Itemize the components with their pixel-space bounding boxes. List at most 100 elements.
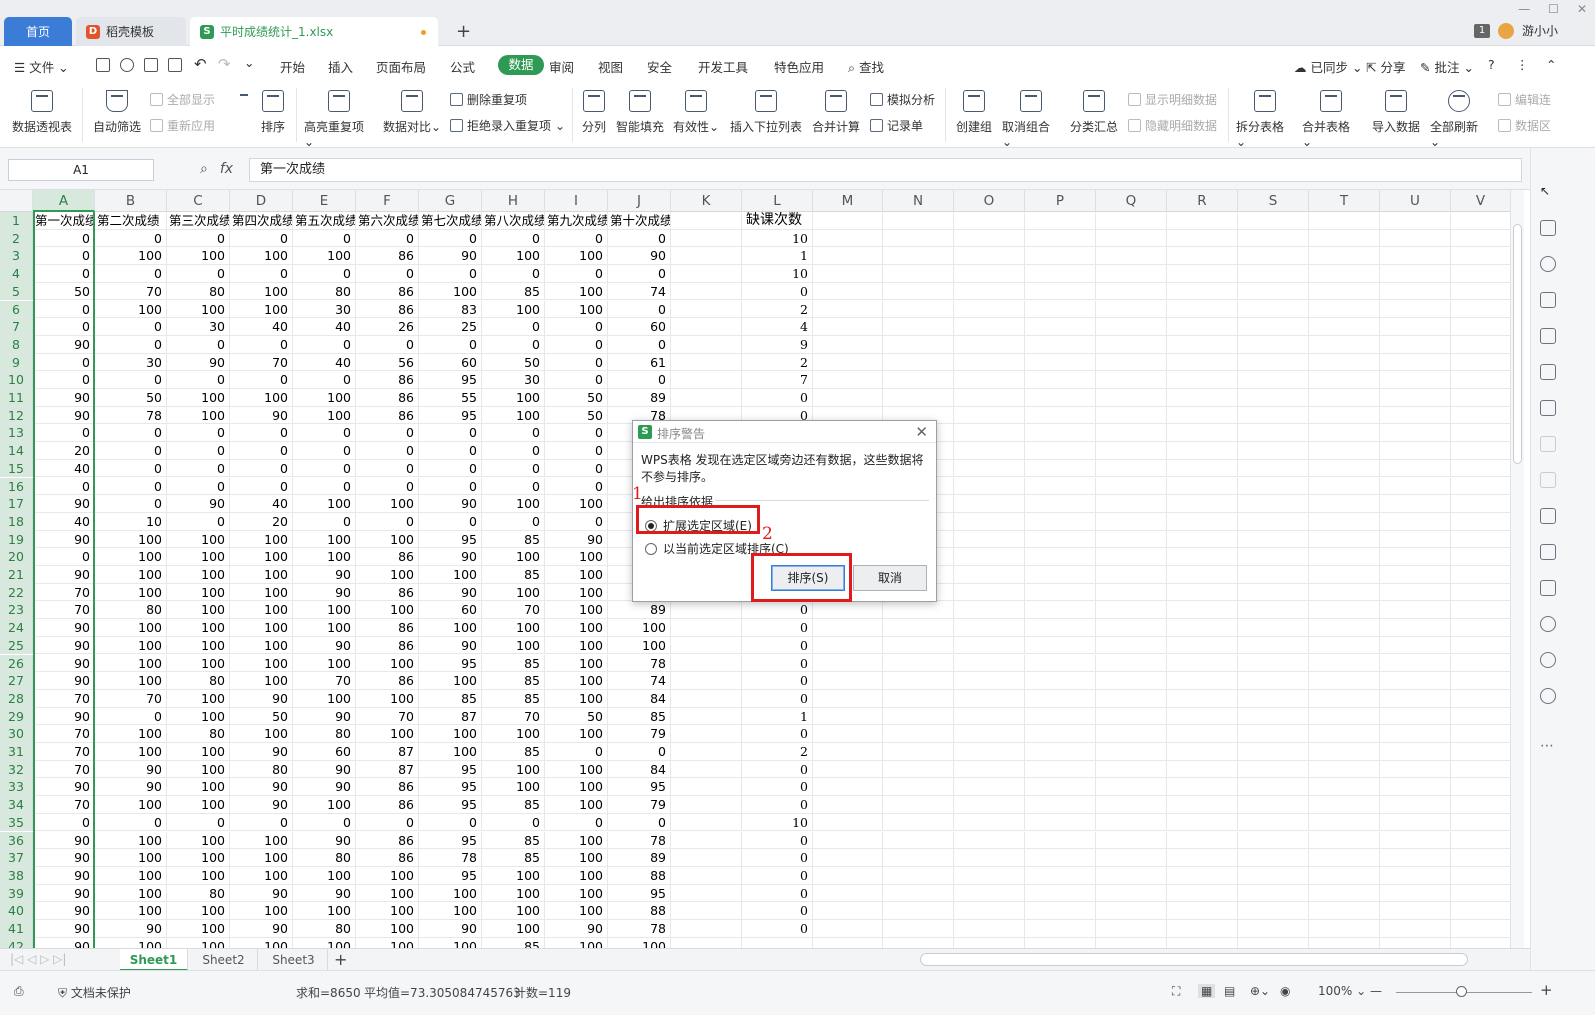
cell-S40[interactable] xyxy=(1238,902,1309,920)
cell-L38[interactable]: 0 xyxy=(742,866,813,885)
cell-F32[interactable]: 87 xyxy=(356,760,419,779)
cell-R20[interactable] xyxy=(1167,548,1238,566)
cell-Q11[interactable] xyxy=(1096,389,1167,407)
cell-C24[interactable]: 100 xyxy=(167,619,230,637)
cell-T17[interactable] xyxy=(1309,495,1380,513)
cell-E16[interactable]: 0 xyxy=(293,477,356,496)
cell-G20[interactable]: 90 xyxy=(419,548,482,566)
cell-R18[interactable] xyxy=(1167,512,1238,531)
cell-S25[interactable] xyxy=(1238,636,1309,655)
cell-U30[interactable] xyxy=(1380,725,1451,743)
cell-T8[interactable] xyxy=(1309,335,1380,354)
cell-M32[interactable] xyxy=(813,760,883,779)
cell-J8[interactable]: 0 xyxy=(608,335,671,354)
cell-U18[interactable] xyxy=(1380,512,1451,531)
cell-P2[interactable] xyxy=(1025,229,1096,248)
cell-D40[interactable]: 100 xyxy=(230,902,293,920)
cell-S6[interactable] xyxy=(1238,300,1309,319)
cell-S15[interactable] xyxy=(1238,459,1309,478)
cell-U15[interactable] xyxy=(1380,459,1451,478)
cell-C25[interactable]: 100 xyxy=(167,636,230,655)
cell-B11[interactable]: 50 xyxy=(95,389,167,407)
cell-M37[interactable] xyxy=(813,849,883,867)
cell-E34[interactable]: 100 xyxy=(293,796,356,814)
cell-J1[interactable]: 第十次成绩 xyxy=(608,212,671,230)
create-group-button[interactable]: 创建组 xyxy=(952,82,996,135)
column-header-O[interactable]: O xyxy=(954,190,1025,212)
cell-A35[interactable]: 0 xyxy=(33,813,95,832)
cell-F13[interactable]: 0 xyxy=(356,424,419,443)
cell-H37[interactable]: 85 xyxy=(482,849,545,867)
cell-E12[interactable]: 100 xyxy=(293,406,356,425)
cell-N42[interactable] xyxy=(883,937,954,948)
cell-R13[interactable] xyxy=(1167,424,1238,443)
cell-F16[interactable]: 0 xyxy=(356,477,419,496)
cell-S7[interactable] xyxy=(1238,318,1309,336)
cell-C26[interactable]: 100 xyxy=(167,654,230,673)
cell-I34[interactable]: 100 xyxy=(545,796,608,814)
cell-G42[interactable]: 100 xyxy=(419,937,482,948)
cell-U21[interactable] xyxy=(1380,566,1451,584)
cell-G13[interactable]: 0 xyxy=(419,424,482,443)
tab-template[interactable]: D 稻壳模板 xyxy=(76,17,186,46)
cell-G24[interactable]: 100 xyxy=(419,619,482,637)
print-icon[interactable] xyxy=(144,58,158,72)
cell-T21[interactable] xyxy=(1309,566,1380,584)
share-out-icon[interactable] xyxy=(1540,544,1556,560)
cell-K25[interactable] xyxy=(671,636,742,655)
cell-U36[interactable] xyxy=(1380,831,1451,850)
cell-F11[interactable]: 86 xyxy=(356,389,419,407)
cell-V7[interactable] xyxy=(1451,318,1510,336)
cell-U28[interactable] xyxy=(1380,689,1451,708)
cell-M40[interactable] xyxy=(813,902,883,920)
cell-V30[interactable] xyxy=(1451,725,1510,743)
cell-B16[interactable]: 0 xyxy=(95,477,167,496)
cell-T5[interactable] xyxy=(1309,282,1380,301)
cell-G28[interactable]: 85 xyxy=(419,689,482,708)
row-header-29[interactable]: 29 xyxy=(0,707,33,726)
cell-L25[interactable]: 0 xyxy=(742,636,813,655)
cell-D17[interactable]: 40 xyxy=(230,495,293,513)
cell-H42[interactable]: 85 xyxy=(482,937,545,948)
cell-U5[interactable] xyxy=(1380,282,1451,301)
cell-T13[interactable] xyxy=(1309,424,1380,443)
cell-P33[interactable] xyxy=(1025,778,1096,797)
cell-I2[interactable]: 0 xyxy=(545,229,608,248)
cell-P39[interactable] xyxy=(1025,884,1096,903)
cell-D33[interactable]: 90 xyxy=(230,778,293,797)
cell-M1[interactable] xyxy=(813,212,883,230)
cell-L8[interactable]: 9 xyxy=(742,335,813,354)
row-header-4[interactable]: 4 xyxy=(0,265,33,283)
cell-F38[interactable]: 100 xyxy=(356,866,419,885)
column-header-J[interactable]: J xyxy=(608,190,671,212)
cell-E37[interactable]: 80 xyxy=(293,849,356,867)
cell-H12[interactable]: 100 xyxy=(482,406,545,425)
row-header-20[interactable]: 20 xyxy=(0,548,33,566)
cell-T28[interactable] xyxy=(1309,689,1380,708)
cell-C9[interactable]: 90 xyxy=(167,353,230,372)
cell-N33[interactable] xyxy=(883,778,954,797)
cell-D13[interactable]: 0 xyxy=(230,424,293,443)
row-header-26[interactable]: 26 xyxy=(0,654,33,673)
cell-J10[interactable]: 0 xyxy=(608,371,671,389)
row-header-24[interactable]: 24 xyxy=(0,619,33,637)
cell-Q24[interactable] xyxy=(1096,619,1167,637)
cell-Q16[interactable] xyxy=(1096,477,1167,496)
cell-L26[interactable]: 0 xyxy=(742,654,813,673)
menu-insert[interactable]: 插入 xyxy=(328,57,353,76)
cell-H41[interactable]: 100 xyxy=(482,920,545,938)
cell-O38[interactable] xyxy=(954,866,1025,885)
cell-Q38[interactable] xyxy=(1096,866,1167,885)
cell-A13[interactable]: 0 xyxy=(33,424,95,443)
cell-F2[interactable]: 0 xyxy=(356,229,419,248)
cell-A30[interactable]: 70 xyxy=(33,725,95,743)
cell-B30[interactable]: 100 xyxy=(95,725,167,743)
cell-E19[interactable]: 100 xyxy=(293,530,356,549)
cell-P7[interactable] xyxy=(1025,318,1096,336)
cell-E8[interactable]: 0 xyxy=(293,335,356,354)
cell-K1[interactable] xyxy=(671,212,742,230)
smart-fill-button[interactable]: 智能填充 xyxy=(614,82,666,135)
cell-N6[interactable] xyxy=(883,300,954,319)
cell-H26[interactable]: 85 xyxy=(482,654,545,673)
cell-P32[interactable] xyxy=(1025,760,1096,779)
